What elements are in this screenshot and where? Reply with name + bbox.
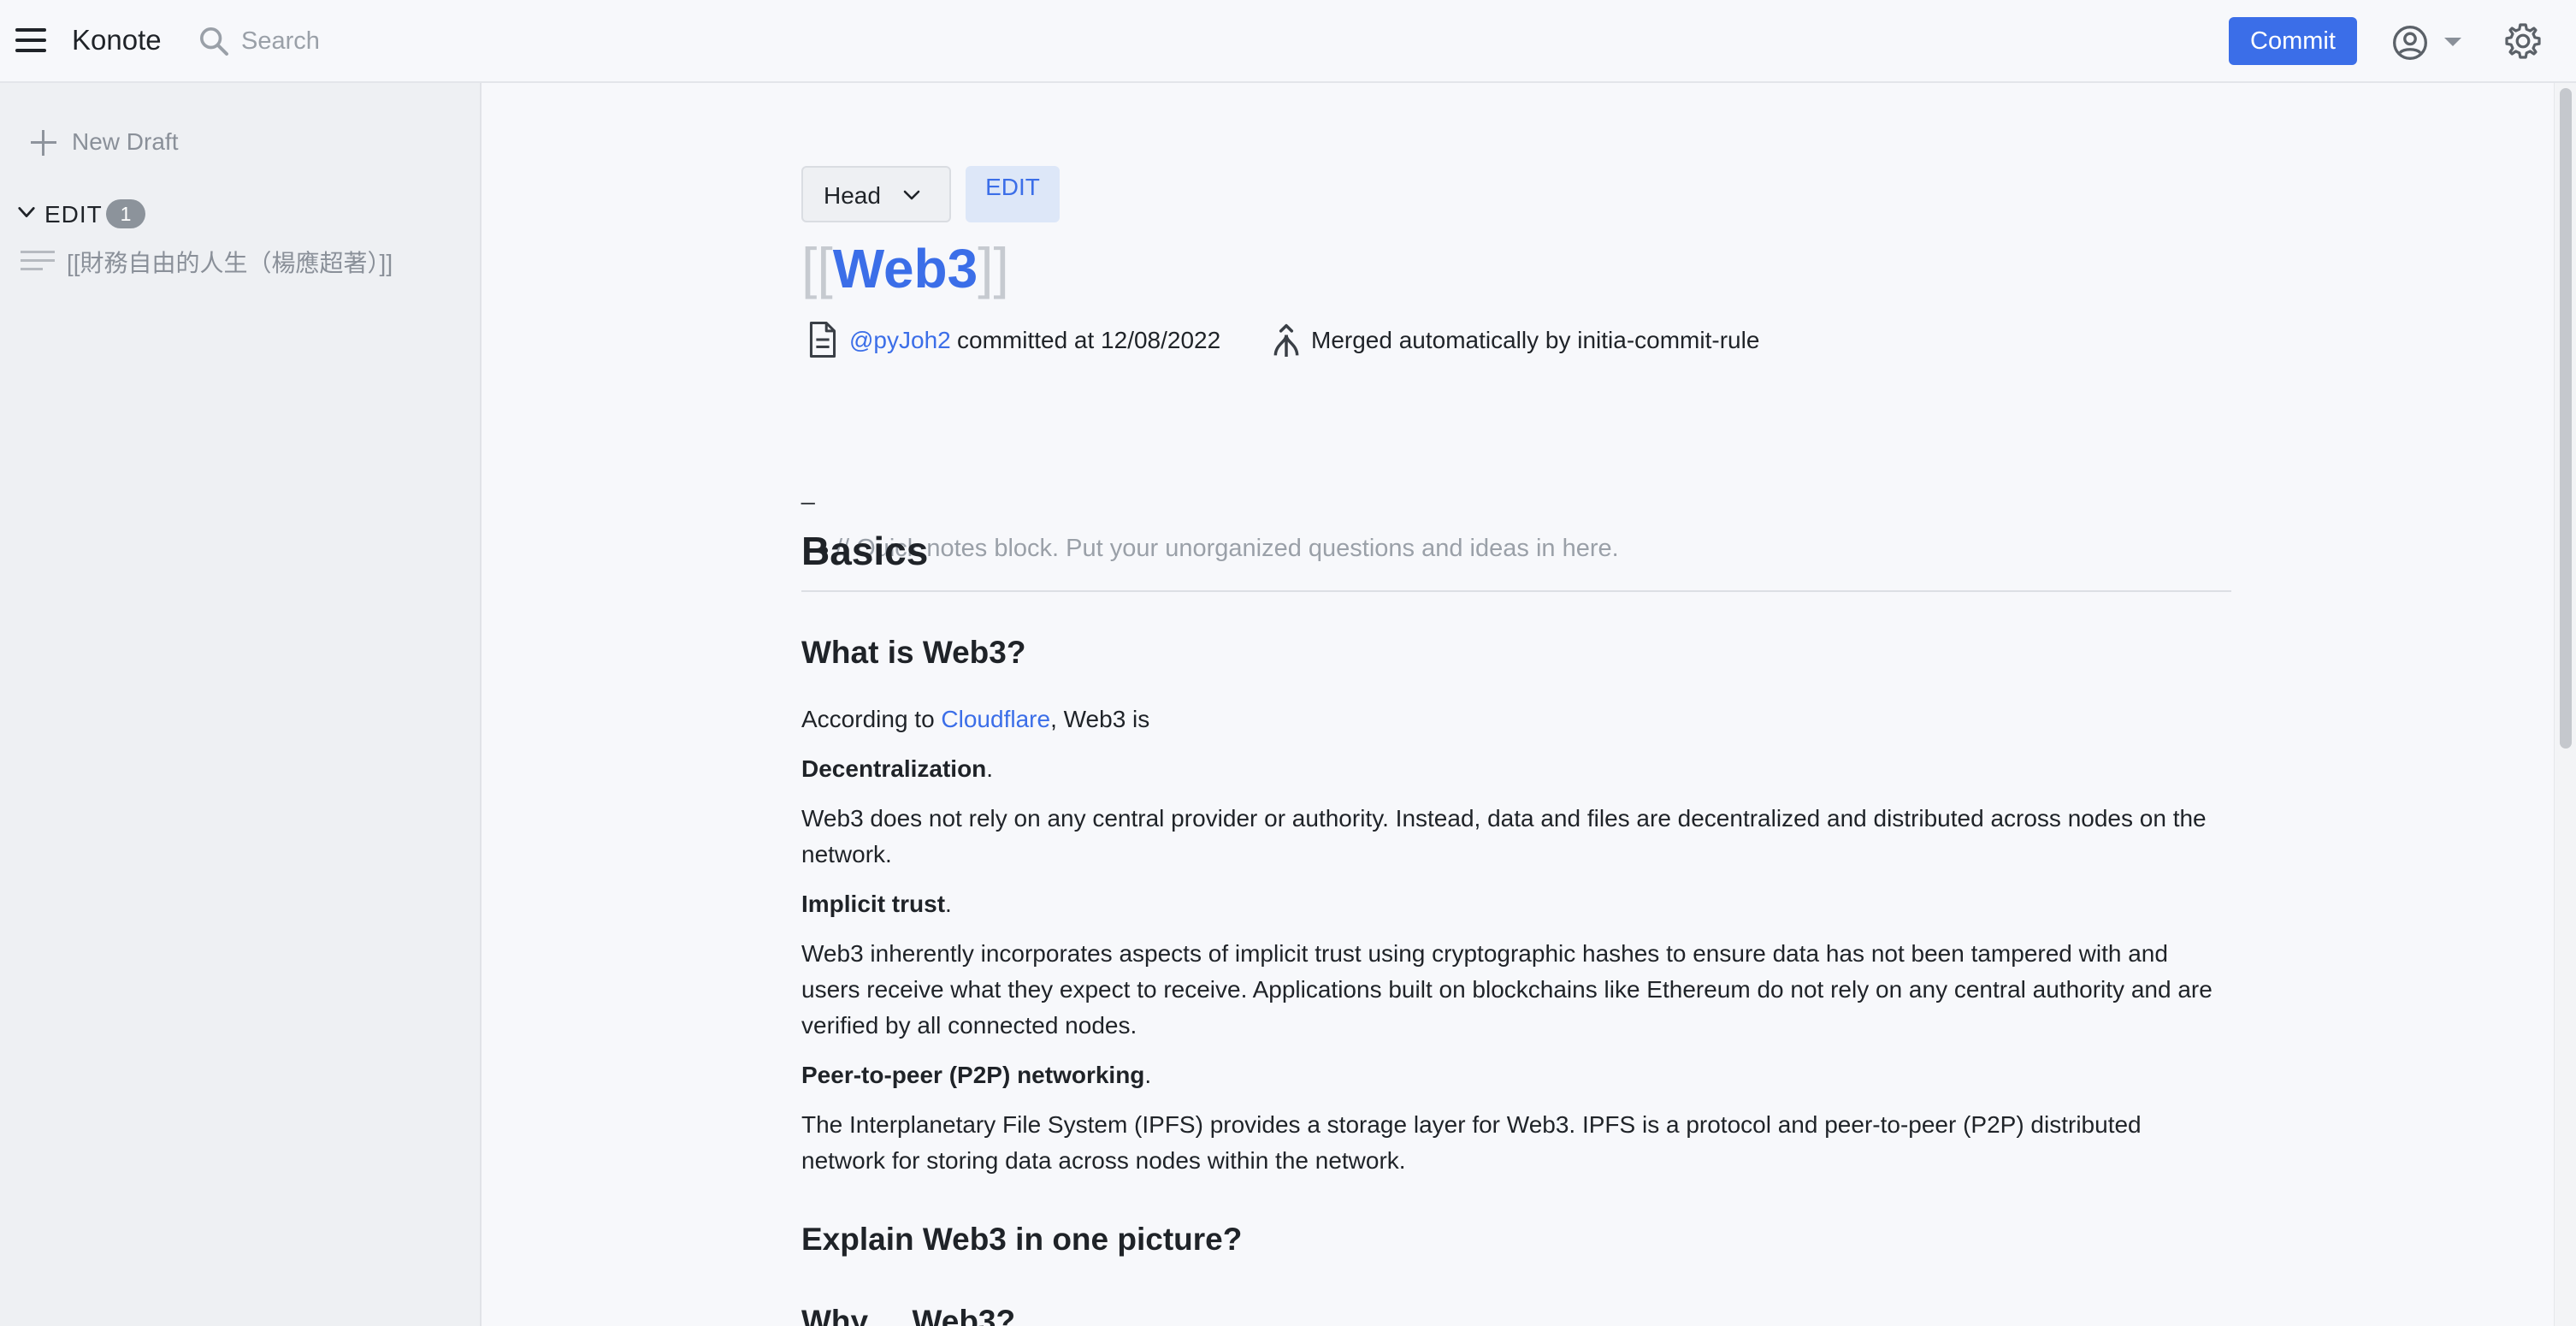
search-icon <box>200 27 228 56</box>
heading-explain-web3: Explain Web3 in one picture? <box>801 1222 1243 1257</box>
draft-item-label: [[財務自由的人生（楊應超著）]] <box>67 250 393 276</box>
cloudflare-link[interactable]: Cloudflare <box>941 706 1050 732</box>
period: . <box>986 755 994 782</box>
commit-button[interactable]: Commit <box>2229 17 2357 65</box>
count-badge: 1 <box>106 199 145 228</box>
quick-notes-text: // Quick notes block. Put your unorganiz… <box>836 535 1619 562</box>
title-open-bracket: [[ <box>801 236 833 299</box>
decentralization-title: Decentralization <box>801 755 987 782</box>
edit-group-toggle[interactable]: EDIT 1 <box>12 199 457 234</box>
decentralization-paragraph: Web3 does not rely on any central provid… <box>801 805 2207 867</box>
intro-text-after: , Web3 is <box>1050 706 1150 732</box>
author-link[interactable]: @pyJoh2 <box>849 327 951 354</box>
heading-why-web3: Why ... Web3? <box>801 1304 1016 1326</box>
merge-status: Merged automatically by initia-commit-ru… <box>1311 327 1760 353</box>
title-close-bracket: ]] <box>978 236 1009 299</box>
gear-icon[interactable] <box>2502 21 2544 62</box>
scrollbar[interactable] <box>2554 83 2576 1326</box>
p2p-paragraph: The Interplanetary File System (IPFS) pr… <box>801 1111 2142 1174</box>
p2p-heading: Peer-to-peer (P2P) networking. <box>801 1057 2231 1093</box>
heading-basics: Basics <box>801 529 929 573</box>
decentralization-heading: Decentralization. <box>801 751 2231 787</box>
menu-icon[interactable] <box>14 27 48 57</box>
page-title-row: [[Web3]] <box>801 235 1009 304</box>
implicit-trust-paragraph: Web3 inherently incorporates aspects of … <box>801 940 2213 1039</box>
document-icon <box>809 322 836 358</box>
sidebar: New Draft EDIT 1 [[財務自由的人生（楊應超著）]] <box>0 83 482 1326</box>
edit-group-label: EDIT <box>44 201 103 228</box>
implicit-trust-title: Implicit trust <box>801 891 946 917</box>
chevron-down-icon <box>903 190 920 200</box>
plus-icon <box>31 130 56 156</box>
heading-divider <box>801 590 2231 592</box>
account-menu[interactable] <box>2391 21 2465 62</box>
top-bar: Konote Search Commit <box>0 0 2576 83</box>
period: . <box>945 891 952 917</box>
lines-icon <box>21 251 55 271</box>
draft-item[interactable]: [[財務自由的人生（楊應超著）]] <box>19 242 464 278</box>
edit-mode-button[interactable]: EDIT <box>966 166 1060 222</box>
heading-what-is-web3: What is Web3? <box>801 635 1026 670</box>
intro-paragraph: According to Cloudflare, Web3 is <box>801 701 2231 737</box>
chevron-down-icon <box>18 207 35 217</box>
underscore-mark: _ <box>801 478 815 505</box>
document-view: Head EDIT [[Web3]] @pyJoh2 committed at … <box>801 83 2231 1326</box>
p2p-title: Peer-to-peer (P2P) networking <box>801 1062 1145 1088</box>
merge-icon <box>1273 323 1299 357</box>
scrollbar-thumb[interactable] <box>2560 88 2572 749</box>
app-name[interactable]: Konote <box>72 24 162 56</box>
intro-text-before: According to <box>801 706 942 732</box>
search-input[interactable]: Search <box>195 19 537 63</box>
page-title: Web3 <box>832 238 978 299</box>
new-draft-button[interactable]: New Draft <box>26 122 222 162</box>
quick-notes-block[interactable]: // Quick notes block. Put your unorganiz… <box>820 535 1619 563</box>
caret-down-icon <box>2444 38 2461 46</box>
version-select-value: Head <box>824 182 881 209</box>
account-icon <box>2393 26 2427 60</box>
period: . <box>1144 1062 1152 1088</box>
new-draft-label: New Draft <box>72 128 179 155</box>
version-select[interactable]: Head <box>801 166 951 222</box>
committed-date: committed at 12/08/2022 <box>957 327 1221 353</box>
search-placeholder: Search <box>241 27 320 55</box>
implicit-trust-heading: Implicit trust. <box>801 886 2231 922</box>
commit-meta: @pyJoh2 committed at 12/08/2022 Merged a… <box>801 321 1828 360</box>
